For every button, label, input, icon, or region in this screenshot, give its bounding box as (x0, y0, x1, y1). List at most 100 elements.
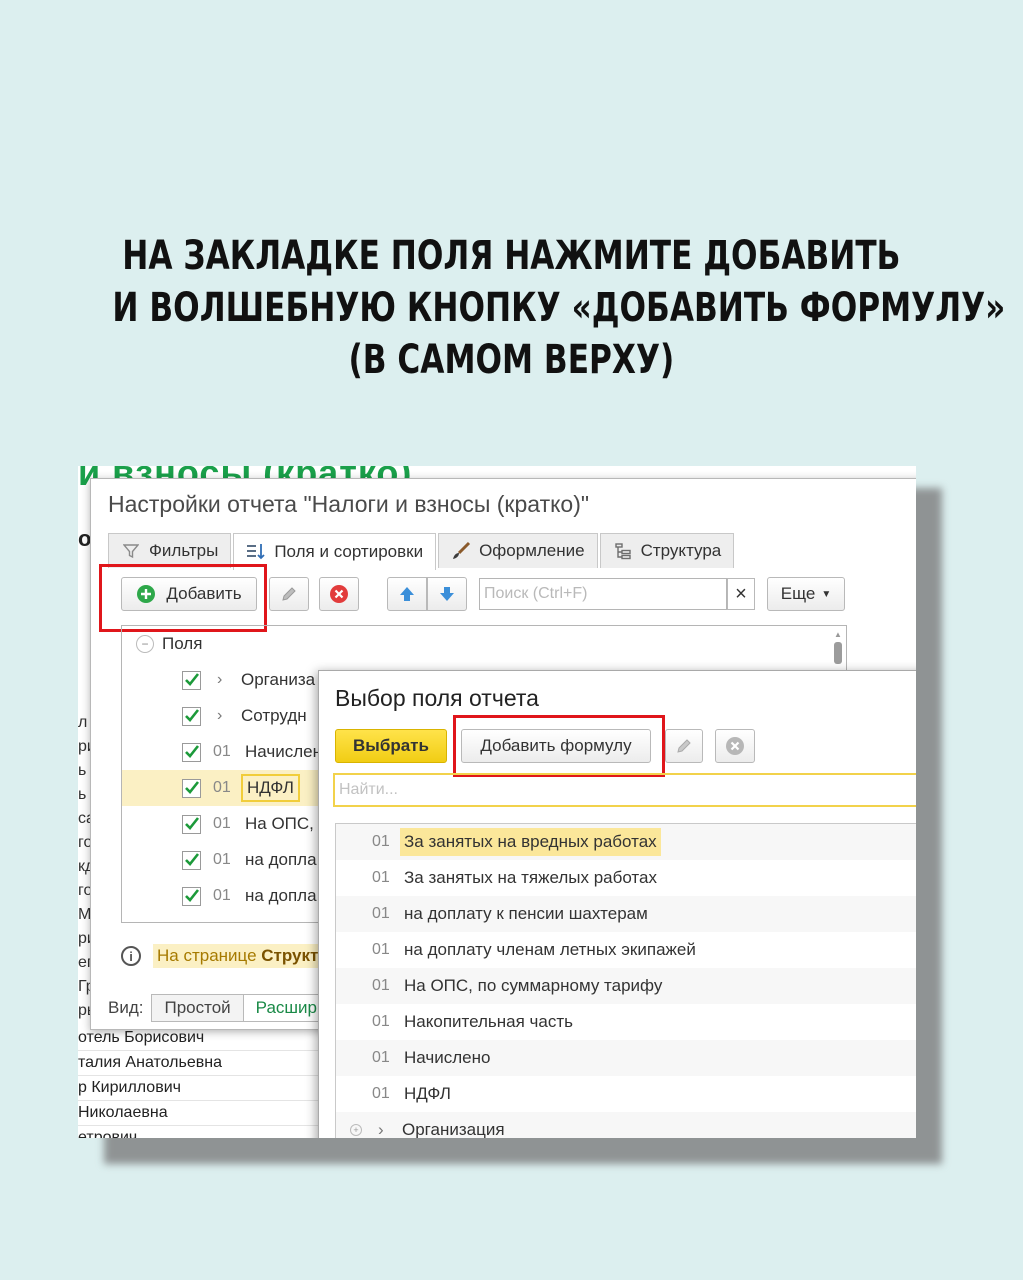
tree-row-label: на допла (245, 850, 317, 869)
delete-circle-icon (329, 584, 349, 604)
background-row-fragment: л (78, 714, 88, 731)
brush-icon (451, 541, 471, 561)
tab-label: Поля и сортировки (274, 542, 424, 561)
checkbox[interactable] (182, 670, 201, 690)
field-code: 01 (372, 1013, 390, 1030)
list-item-label: на доплату членам летных экипажей (404, 940, 696, 959)
tree-row-label: Организа (241, 670, 316, 689)
list-item[interactable]: 01 НДФЛ (336, 1076, 916, 1112)
pencil-icon (675, 737, 693, 755)
arrow-up-icon (398, 585, 416, 603)
tree-row-label: Сотрудн (241, 706, 307, 725)
list-item[interactable]: 01 На ОПС, по суммарному тарифу (336, 968, 916, 1004)
checkbox[interactable] (182, 886, 201, 906)
headline: НА ЗАКЛАДКЕ ПОЛЯ НАЖМИТЕ ДОБАВИТЬ И ВОЛШ… (112, 230, 1005, 386)
check-icon (184, 853, 199, 866)
edit-button[interactable] (269, 577, 309, 611)
checkbox[interactable] (182, 706, 201, 726)
background-row-fragment: го (78, 834, 90, 851)
field-code: 01 (213, 815, 231, 832)
expand-plus-icon[interactable]: + (350, 1124, 362, 1136)
dialog-title: Настройки отчета "Налоги и взносы (кратк… (108, 491, 590, 517)
delete-circle-icon (725, 736, 745, 756)
checkbox[interactable] (182, 814, 201, 834)
more-label: Еще (780, 584, 816, 603)
field-selection-dialog: Выбор поля отчета Выбрать Добавить форму… (318, 670, 916, 1138)
info-prefix: На странице (157, 946, 257, 965)
collapse-icon: − (136, 635, 154, 653)
list-item[interactable]: 01 Накопительная часть (336, 1004, 916, 1040)
field-code: 01 (213, 887, 231, 904)
move-up-button[interactable] (387, 577, 427, 611)
field-list: 01 За занятых на вредных работах 01 За заня… (335, 823, 916, 1138)
settings-tabs: Фильтры Поля и сортировки Оформление Стр… (108, 533, 736, 570)
tab-filters[interactable]: Фильтры (108, 533, 232, 568)
background-row-fragment: ь I (78, 786, 87, 803)
list-item[interactable]: 01 Начислено (336, 1040, 916, 1076)
search-input[interactable]: Поиск (Ctrl+F) (479, 578, 727, 610)
tab-formatting[interactable]: Оформление (438, 533, 598, 568)
background-employee-names: отель Борисович талия Анатольевна р Кирилл… (78, 1026, 328, 1138)
chevron-right-icon[interactable]: › (217, 671, 237, 689)
field-code: 01 (372, 905, 390, 922)
find-input[interactable]: Найти... (333, 773, 916, 807)
field-code: 01 (372, 1049, 390, 1066)
info-icon: i (121, 946, 141, 966)
background-row-fragment: ри (78, 930, 90, 947)
select-button[interactable]: Выбрать (335, 729, 447, 763)
info-row: i На странице Структ (121, 943, 323, 969)
view-simple-button[interactable]: Простой (151, 994, 244, 1022)
checkbox[interactable] (182, 742, 201, 762)
filter-icon (121, 541, 141, 561)
delete-button[interactable] (715, 729, 755, 763)
highlight-frame-add-formula (453, 715, 665, 777)
list-item-label: Организация (402, 1120, 505, 1138)
background-row-fragment: Гр (78, 978, 90, 995)
list-item[interactable]: 01 на доплату к пенсии шахтерам (336, 896, 916, 932)
tab-structure[interactable]: Структура (599, 533, 735, 568)
checkbox[interactable] (182, 778, 201, 798)
select-button-label: Выбрать (353, 736, 429, 755)
background-row-fragment: кд (78, 858, 90, 875)
background-row-fragment: го (78, 882, 90, 899)
tree-scrollbar[interactable]: ▲ (834, 630, 842, 670)
background-row-fragments: л ри ь I ь I са го кд го Мри ег Гр рь (78, 711, 90, 1023)
search-placeholder: Поиск (Ctrl+F) (484, 585, 588, 602)
tree-row-label: На ОПС, (245, 814, 314, 833)
sort-icon (246, 542, 266, 562)
chevron-right-icon[interactable]: › (378, 1120, 398, 1138)
list-item[interactable]: 01 За занятых на вредных работах (336, 824, 916, 860)
background-row-fragment: ри (78, 738, 90, 755)
highlight-frame-add (99, 564, 267, 632)
structure-icon (613, 541, 633, 561)
list-item-label: НДФЛ (404, 1084, 451, 1103)
list-item[interactable]: 01 на доплату членам летных экипажей (336, 932, 916, 968)
background-employee-name: Николаевна (78, 1101, 328, 1126)
checkbox[interactable] (182, 850, 201, 870)
arrow-down-icon (438, 585, 456, 603)
background-row-fragment: са (78, 810, 90, 827)
list-item[interactable]: 01 За занятых на тяжелых работах (336, 860, 916, 896)
more-button[interactable]: Еще ▼ (767, 577, 845, 611)
list-group-item[interactable]: + › Организация (336, 1112, 916, 1138)
tree-root-label: Поля (162, 634, 203, 653)
field-code: 01 (372, 941, 390, 958)
check-icon (184, 745, 199, 758)
check-icon (184, 673, 199, 686)
chevron-right-icon[interactable]: › (217, 707, 237, 725)
background-employee-name: етрович (78, 1126, 328, 1138)
background-row-fragment: ь I (78, 762, 87, 779)
info-bold-link[interactable]: Структ (261, 946, 318, 965)
edit-button[interactable] (665, 729, 703, 763)
background-row-fragment: ег (78, 954, 90, 971)
search-clear-button[interactable]: × (727, 578, 755, 610)
move-down-button[interactable] (427, 577, 467, 611)
view-mode-row: Вид: Простой Расшир (108, 993, 330, 1023)
field-code: 01 (372, 977, 390, 994)
list-item-label: на доплату к пенсии шахтерам (404, 904, 648, 923)
delete-button[interactable] (319, 577, 359, 611)
field-code: 01 (372, 1085, 390, 1102)
list-item-label: За занятых на тяжелых работах (404, 868, 657, 887)
headline-line-1: НА ЗАКЛАДКЕ ПОЛЯ НАЖМИТЕ ДОБАВИТЬ (122, 233, 901, 279)
tree-root-row[interactable]: − Поля (122, 626, 846, 662)
